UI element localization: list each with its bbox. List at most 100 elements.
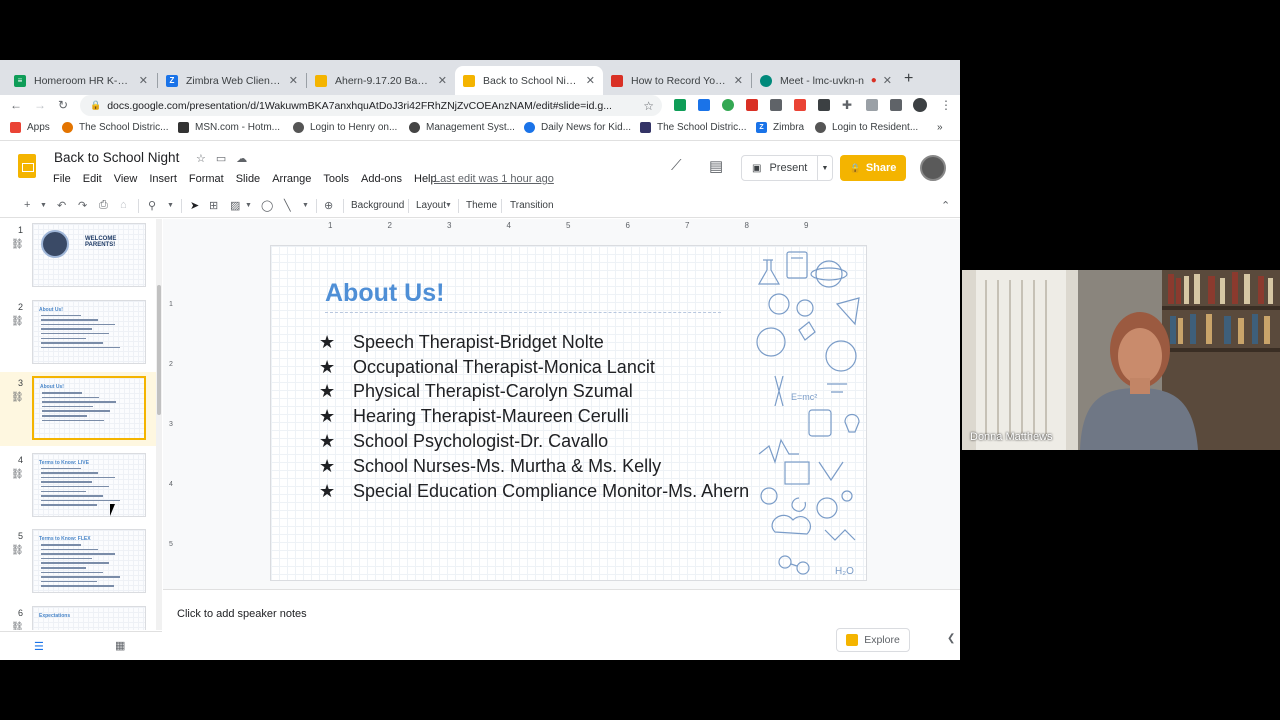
print-icon[interactable]: ⎙ — [99, 199, 108, 212]
bullet-list[interactable]: ★ Speech Therapist-Bridget Nolte ★ Occupati… — [319, 330, 749, 504]
speaker-notes-placeholder[interactable]: Click to add speaker notes — [177, 608, 307, 620]
comment-icon[interactable]: ▤ — [709, 157, 723, 175]
image-icon[interactable]: ▨ — [230, 199, 240, 212]
extension-icon[interactable] — [770, 99, 782, 111]
bookmark-daily-news[interactable]: Daily News for Kid... — [524, 122, 631, 133]
bullet-item[interactable]: ★ Physical Therapist-Carolyn Szumal — [319, 380, 749, 405]
menu-file[interactable]: File — [53, 173, 71, 185]
bullet-item[interactable]: ★ Speech Therapist-Bridget Nolte — [319, 330, 749, 355]
back-arrow-icon[interactable]: ← — [10, 98, 22, 112]
menu-slide[interactable]: Slide — [236, 173, 260, 185]
slide-thumbnail[interactable]: Expectations — [32, 605, 146, 630]
text-box-icon[interactable]: ⊞ — [209, 199, 218, 212]
transition-button[interactable]: Transition — [510, 200, 554, 211]
chevron-down-icon[interactable]: ▼ — [818, 165, 832, 172]
menu-add-ons[interactable]: Add-ons — [361, 173, 402, 185]
extension-icon[interactable] — [746, 99, 758, 111]
tab-zimbra[interactable]: Z Zimbra Web Client Sign ✕ — [158, 66, 306, 95]
drive-icon[interactable] — [722, 99, 734, 111]
close-icon[interactable]: ✕ — [289, 74, 298, 87]
present-button[interactable]: ▣ Present ▼ — [741, 155, 833, 181]
slide-thumbnail[interactable]: About Us! — [32, 299, 146, 364]
chevron-left-icon[interactable]: ❮ — [947, 633, 955, 644]
bullet-item[interactable]: ★ Special Education Compliance Monitor-Ms… — [319, 479, 749, 504]
bookmark-zimbra[interactable]: Z Zimbra — [756, 122, 804, 133]
bookmark-resident[interactable]: Login to Resident... — [815, 122, 918, 133]
close-icon[interactable]: ✕ — [734, 74, 743, 87]
menu-arrange[interactable]: Arrange — [272, 173, 311, 185]
chevron-down-icon[interactable]: ▼ — [302, 202, 309, 209]
menu-view[interactable]: View — [114, 173, 138, 185]
new-slide-icon[interactable]: + — [24, 199, 30, 211]
chevron-down-icon[interactable]: ▼ — [245, 202, 252, 209]
paint-format-icon[interactable]: ⌂ — [120, 199, 127, 211]
zoom-icon[interactable]: ⚲ — [148, 199, 156, 212]
bookmark-msn[interactable]: MSN.com - Hotm... — [178, 122, 280, 133]
bookmark-apps[interactable]: Apps — [10, 122, 50, 133]
activity-trend-icon[interactable]: ⟋ — [671, 157, 682, 174]
explore-button[interactable]: Explore — [836, 628, 910, 652]
slide-thumbnail[interactable]: Terms to Know: FLEX — [32, 529, 146, 593]
cloud-icon[interactable]: ☁ — [236, 153, 257, 165]
menu-icon[interactable]: ⋮ — [940, 98, 952, 112]
address-bar[interactable]: 🔒 docs.google.com/presentation/d/1Wakuwm… — [80, 95, 662, 116]
forward-arrow-icon[interactable]: → — [34, 98, 46, 112]
slide-thumbnail[interactable]: About Us! — [32, 376, 146, 440]
slide-canvas[interactable]: About Us! ★ Speech Therapist-Bridget Nolt… — [270, 245, 867, 581]
extension-icon[interactable] — [890, 99, 902, 111]
line-icon[interactable]: ╲ — [284, 199, 291, 212]
tab-homeroom[interactable]: ≡ Homeroom HR K-8-90 ✕ — [6, 66, 156, 95]
bookmark-star-icon[interactable]: ☆ — [643, 99, 654, 113]
extension-icon[interactable] — [818, 99, 830, 111]
tab-how-to-record[interactable]: How to Record Yourse ✕ — [603, 66, 751, 95]
undo-icon[interactable]: ↶ — [57, 199, 66, 212]
extension-icon[interactable] — [794, 99, 806, 111]
background-button[interactable]: Background — [351, 200, 404, 211]
slide-thumbnail-row[interactable]: 4 ⛓ Terms to Know: LIVE — [0, 449, 157, 523]
avatar[interactable] — [920, 155, 946, 181]
collapse-up-icon[interactable]: ⌃ — [941, 199, 950, 212]
slide-thumbnail-row[interactable]: 5 ⛓ Terms to Know: FLEX — [0, 525, 157, 599]
bullet-item[interactable]: ★ Hearing Therapist-Maureen Cerulli — [319, 404, 749, 429]
menu-tools[interactable]: Tools — [323, 173, 349, 185]
close-icon[interactable]: ✕ — [586, 74, 595, 87]
new-tab-button[interactable]: + — [904, 70, 913, 88]
bookmark-school-district[interactable]: The School Distric... — [62, 122, 168, 133]
bullet-item[interactable]: ★ School Nurses-Ms. Murtha & Ms. Kelly — [319, 454, 749, 479]
slide-thumbnail[interactable]: Terms to Know: LIVE — [32, 452, 146, 517]
puzzle-icon[interactable]: ✚ — [842, 98, 852, 112]
bullet-item[interactable]: ★ Occupational Therapist-Monica Lancit — [319, 355, 749, 380]
bookmark-school-district-2[interactable]: The School Distric... — [640, 122, 746, 133]
list-view-icon[interactable]: ☰ — [34, 640, 44, 653]
profile-avatar[interactable] — [913, 98, 927, 112]
cast-icon[interactable] — [866, 99, 878, 111]
bullet-item[interactable]: ★ School Psychologist-Dr. Cavallo — [319, 429, 749, 454]
slide-thumbnail-row[interactable]: 6 ⛓ Expectations — [0, 602, 157, 630]
bookmarks-overflow[interactable]: » — [937, 122, 943, 133]
bookmark-management[interactable]: Management Syst... — [409, 122, 515, 133]
close-icon[interactable]: ✕ — [883, 74, 892, 87]
close-icon[interactable]: ✕ — [438, 74, 447, 87]
chevron-down-icon[interactable]: ▼ — [445, 202, 452, 209]
add-comment-icon[interactable]: ⊕ — [324, 199, 333, 212]
shape-icon[interactable]: ◯ — [261, 199, 273, 212]
slides-logo-icon[interactable] — [18, 154, 36, 178]
slide-thumbnail-row[interactable]: 1 ⛓ WELCOME PARENTS! — [0, 219, 157, 293]
theme-button[interactable]: Theme — [466, 200, 497, 211]
chevron-down-icon[interactable]: ▼ — [167, 202, 174, 209]
last-edit-link[interactable]: Last edit was 1 hour ago — [434, 173, 554, 185]
grid-view-icon[interactable]: ▦ — [115, 639, 125, 652]
folder-icon[interactable]: ▭ — [216, 153, 236, 165]
menu-insert[interactable]: Insert — [149, 173, 177, 185]
filmstrip-scrollbar[interactable] — [156, 219, 162, 630]
chevron-down-icon[interactable]: ▼ — [40, 202, 47, 209]
star-icon[interactable]: ☆ — [196, 153, 216, 165]
reload-icon[interactable]: ↻ — [58, 98, 68, 112]
extension-icon[interactable] — [698, 99, 710, 111]
slide-thumbnail-row[interactable]: 2 ⛓ About Us! — [0, 296, 157, 370]
redo-icon[interactable]: ↷ — [78, 199, 87, 212]
close-icon[interactable]: ✕ — [139, 74, 148, 87]
menu-edit[interactable]: Edit — [83, 173, 102, 185]
tab-ahern[interactable]: Ahern-9.17.20 Back to ✕ — [307, 66, 455, 95]
layout-button[interactable]: Layout — [416, 200, 446, 211]
